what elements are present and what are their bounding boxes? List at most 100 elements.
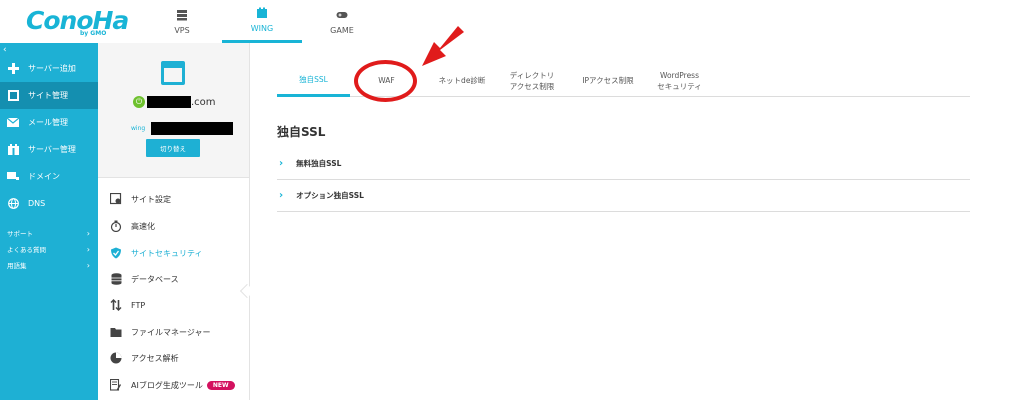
sidebar-item-label: ドメイン [28, 172, 60, 181]
sidebar-item-label: メール管理 [28, 118, 68, 127]
tab-wing[interactable]: WING [222, 0, 302, 43]
wing-icon [257, 7, 267, 18]
sidebar-item-mail[interactable]: メール管理 [0, 109, 98, 136]
panel-item-security[interactable]: サイトセキュリティ [109, 245, 203, 261]
active-pointer [239, 283, 255, 299]
sidebar-item-label: サーバー管理 [28, 145, 76, 154]
sidebar-link-label: よくある質問 [7, 246, 46, 254]
logo-sub: by GMO [80, 30, 107, 37]
pie-chart-icon [109, 351, 123, 365]
sidebar-item-label: サーバー追加 [28, 64, 76, 73]
folder-icon [109, 325, 123, 339]
new-badge: NEW [206, 380, 235, 390]
site-settings-icon [109, 192, 123, 206]
server-icon [177, 9, 187, 20]
tab-ssl[interactable]: 独自SSL [277, 64, 350, 97]
panel-item-file-manager[interactable]: ファイルマネージャー [109, 324, 210, 340]
tab-game[interactable]: GAME [302, 0, 382, 43]
annotation-arrow-icon [422, 26, 464, 66]
domain-suffix: .com [191, 96, 216, 108]
service-tabs: VPS WING GAME [142, 0, 382, 43]
logo-text: ConoHa [26, 6, 129, 35]
tab-label: IPアクセス制限 [582, 76, 634, 85]
wing-label: wing [131, 125, 146, 132]
transfer-icon [109, 298, 123, 312]
shield-icon [109, 246, 123, 260]
database-icon [109, 272, 123, 286]
tab-vps[interactable]: VPS [142, 0, 222, 43]
stopwatch-icon [109, 219, 123, 233]
edit-icon [109, 378, 123, 392]
logo[interactable]: ConoHa by GMO [26, 6, 129, 38]
panel-item-label: データベース [131, 274, 179, 284]
top-header: ConoHa by GMO VPS WING GAME [0, 0, 1024, 43]
main-sidebar: ‹ サーバー追加 サイト管理 メール管理 サーバー管理 ドメイン DNS サポー… [0, 43, 98, 400]
sidebar-item-label: サイト管理 [28, 91, 68, 100]
site-panel: ⏻ .com wing 切り替え サイト設定 高速化 サイトセキュリティ データ… [98, 43, 255, 400]
server-icon [7, 144, 19, 156]
redacted-account [151, 122, 234, 135]
globe-icon [7, 198, 19, 210]
sidebar-link-label: サポート [7, 230, 33, 238]
panel-item-label: アクセス解析 [131, 353, 179, 363]
tab-label-line2: アクセス制限 [509, 81, 555, 91]
gamepad-icon [336, 11, 348, 18]
site-summary: ⏻ .com wing 切り替え [98, 43, 249, 178]
sidebar-item-domain[interactable]: ドメイン [0, 163, 98, 190]
tab-label: 独自SSL [299, 74, 328, 84]
tab-ip-access[interactable]: IPアクセス制限 [572, 64, 644, 97]
chevron-right-icon: › [86, 260, 90, 270]
plus-icon [7, 63, 19, 75]
panel-item-speed[interactable]: 高速化 [109, 218, 155, 234]
accordion-option-ssl[interactable]: › オプション独自SSL [277, 180, 970, 212]
annotation-circle [354, 60, 417, 102]
panel-item-ai-blog[interactable]: AIブログ生成ツール NEW [109, 377, 235, 393]
tab-label-line1: WordPress [659, 70, 700, 80]
panel-item-site-settings[interactable]: サイト設定 [109, 191, 171, 207]
panel-item-label: サイト設定 [131, 194, 171, 204]
sidebar-link-glossary[interactable]: 用語集 › [0, 258, 98, 272]
switch-button[interactable]: 切り替え [146, 139, 200, 157]
accordion-label: 無料独自SSL [296, 159, 342, 168]
sidebar-item-server[interactable]: サーバー管理 [0, 136, 98, 163]
power-icon: ⏻ [133, 96, 145, 108]
redacted-domain [147, 96, 191, 108]
sidebar-item-add-server[interactable]: サーバー追加 [0, 55, 98, 82]
page-title: 独自SSL [277, 125, 326, 139]
chevron-right-icon: › [86, 228, 90, 238]
sidebar-link-support[interactable]: サポート › [0, 226, 98, 240]
domain-icon [7, 171, 19, 183]
sidebar-item-label: DNS [28, 199, 46, 208]
chevron-left-icon[interactable]: ‹ [3, 45, 7, 55]
chevron-right-icon: › [86, 244, 90, 254]
tab-label-line1: ディレクトリ [509, 70, 555, 80]
accordion-free-ssl[interactable]: › 無料独自SSL [277, 148, 970, 180]
panel-item-label: 高速化 [131, 221, 155, 231]
panel-item-label: サイトセキュリティ [131, 248, 203, 258]
tab-label-line2: セキュリティ [657, 81, 702, 91]
panel-item-database[interactable]: データベース [109, 271, 179, 287]
accordion-label: オプション独自SSL [296, 191, 364, 200]
tab-wordpress-security[interactable]: WordPress セキュリティ [647, 64, 712, 97]
panel-item-label: FTP [131, 300, 146, 310]
tab-vps-label: VPS [174, 25, 190, 35]
sidebar-item-dns[interactable]: DNS [0, 190, 98, 217]
panel-item-analytics[interactable]: アクセス解析 [109, 350, 179, 366]
browser-window-icon [161, 61, 185, 85]
domain-row: ⏻ .com [133, 96, 216, 108]
tab-wing-label: WING [250, 24, 274, 33]
panel-item-ftp[interactable]: FTP [109, 297, 145, 313]
wing-row: wing [131, 122, 234, 135]
chevron-right-icon: › [279, 158, 284, 169]
mail-icon [7, 117, 19, 129]
panel-item-label: AIブログ生成ツール [131, 380, 203, 390]
tab-game-label: GAME [330, 25, 354, 35]
sidebar-link-label: 用語集 [7, 262, 27, 270]
panel-item-label: ファイルマネージャー [131, 327, 211, 337]
site-icon [7, 90, 19, 102]
sidebar-item-site[interactable]: サイト管理 [0, 82, 98, 109]
chevron-right-icon: › [279, 190, 284, 201]
tab-directory-access[interactable]: ディレクトリ アクセス制限 [501, 64, 563, 97]
tab-label: ネットde診断 [438, 76, 486, 85]
sidebar-link-faq[interactable]: よくある質問 › [0, 242, 98, 256]
